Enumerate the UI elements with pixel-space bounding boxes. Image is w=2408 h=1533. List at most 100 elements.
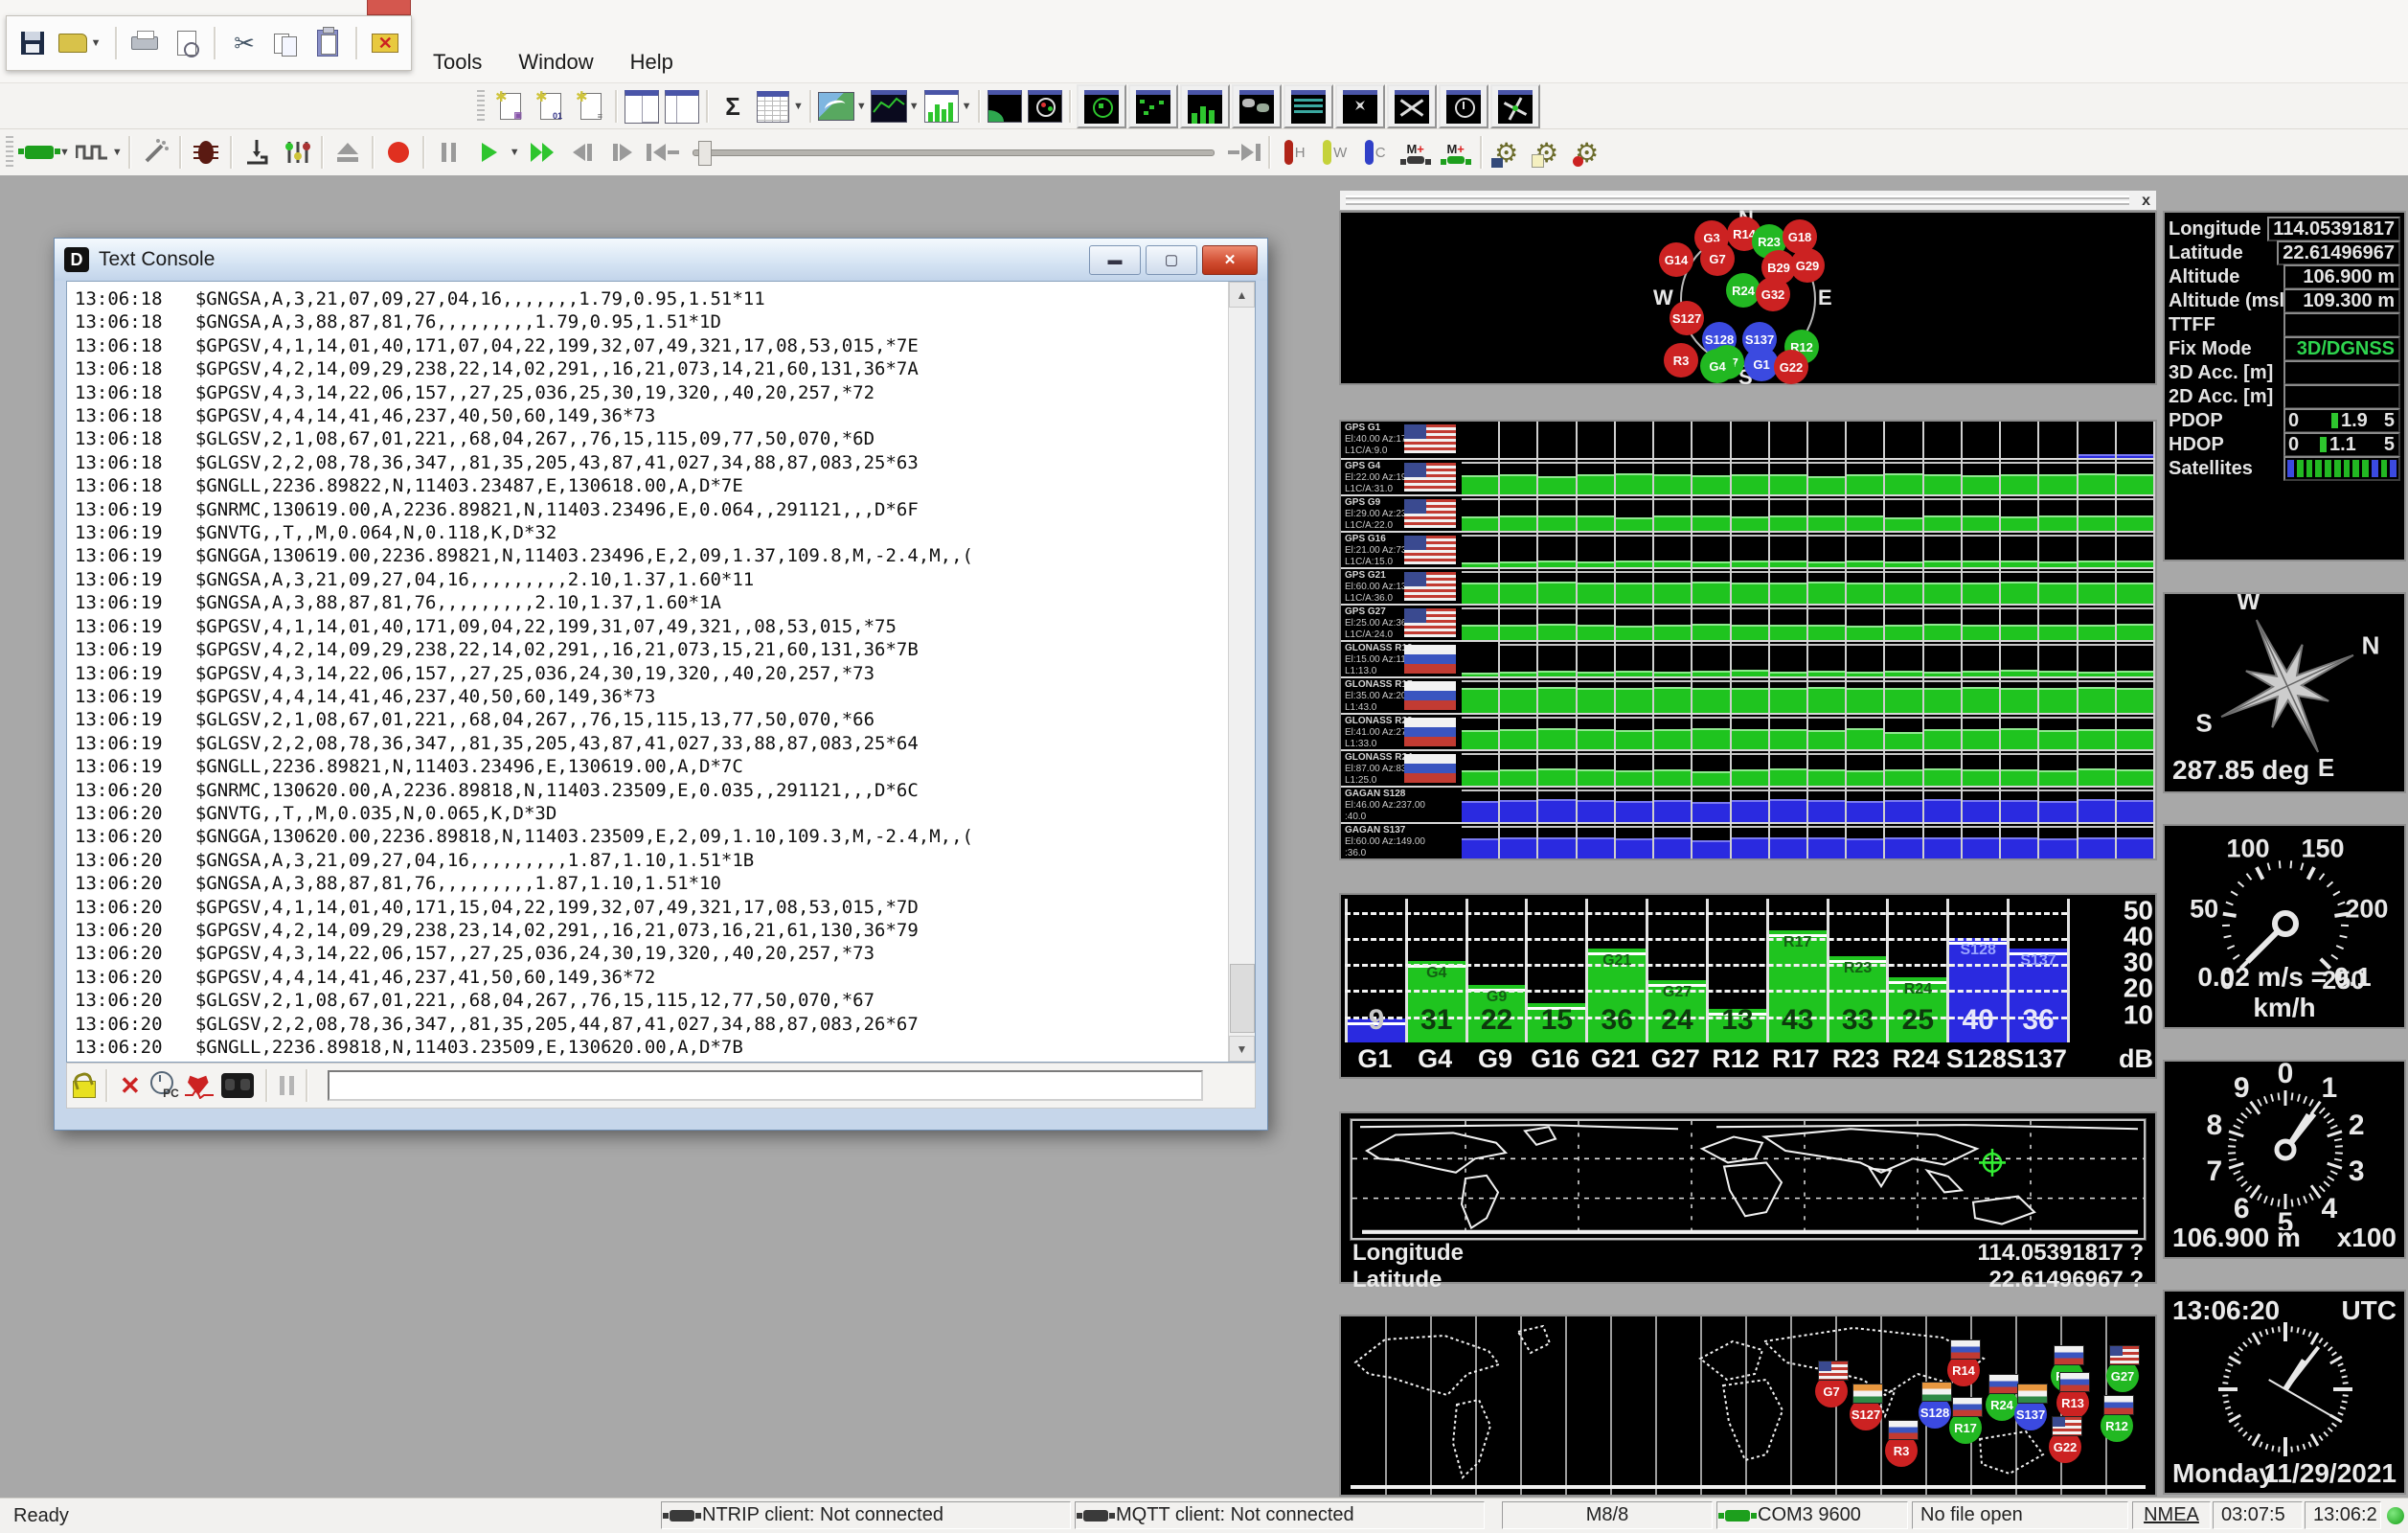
save-icon[interactable] <box>14 25 50 61</box>
history-cell <box>2079 422 2117 458</box>
step-back-icon[interactable] <box>562 132 602 172</box>
toggle-sky-window-icon[interactable] <box>1077 84 1126 128</box>
toggle-clock-window-icon[interactable] <box>1439 84 1488 128</box>
table-dropdown-icon[interactable]: ▼ <box>793 101 804 112</box>
hotstart-icon[interactable]: H <box>1275 132 1315 172</box>
toggle-deviation-window-icon[interactable] <box>1387 84 1437 128</box>
messages-poll-all-icon[interactable]: M+ <box>1436 132 1476 172</box>
skip-end-icon[interactable] <box>1224 132 1264 172</box>
sat-bar <box>2325 460 2331 477</box>
gear-file-config-icon[interactable]: ⚙ <box>1527 132 1567 172</box>
copy-icon[interactable] <box>268 25 304 61</box>
baudrate-dropdown-icon[interactable]: ▼ <box>112 147 123 158</box>
console-scrollbar[interactable]: ▲ ▼ <box>1228 282 1255 1062</box>
toolbar-grip[interactable] <box>6 136 13 169</box>
mail-delete-icon[interactable]: ✕ <box>368 25 403 61</box>
toolbar-grip[interactable] <box>477 90 485 123</box>
table-view-icon[interactable] <box>753 86 793 126</box>
debug-bug-icon[interactable] <box>186 132 226 172</box>
chart-dropdown-icon[interactable]: ▼ <box>909 101 920 112</box>
history-cell <box>1654 422 1692 458</box>
menu-window[interactable]: Window <box>518 50 593 75</box>
signal-max-tick <box>1654 462 1691 464</box>
chart-view-icon[interactable] <box>869 86 909 126</box>
eject-icon[interactable] <box>328 132 368 172</box>
console-output-area[interactable]: 13:06:18 $GNGSA,A,3,21,07,09,27,04,16,,,… <box>66 281 1256 1063</box>
camera-view-icon[interactable] <box>985 86 1025 126</box>
gear-revert-config-icon[interactable]: ⚙ <box>1567 132 1607 172</box>
open-dropdown-icon[interactable]: ▼ <box>91 37 102 49</box>
scroll-up-icon[interactable]: ▲ <box>1229 282 1255 308</box>
split-vertical-icon[interactable] <box>662 86 702 126</box>
messages-poll-icon[interactable]: M+ <box>1396 132 1436 172</box>
pause-display-icon[interactable] <box>280 1076 294 1095</box>
play-dropdown-icon[interactable]: ▼ <box>510 147 520 158</box>
open-icon[interactable]: ▼ <box>56 25 104 61</box>
history-cell <box>1770 422 1808 458</box>
history-cell <box>1808 824 1847 858</box>
console-title-bar[interactable]: D Text Console ▬ ▢ ✕ <box>55 239 1267 281</box>
menu-tools[interactable]: Tools <box>433 50 482 75</box>
connection-icon[interactable] <box>19 132 59 172</box>
clear-console-icon[interactable]: ✕ <box>120 1071 141 1101</box>
scroll-down-icon[interactable]: ▼ <box>1229 1036 1255 1062</box>
print-preview-icon[interactable] <box>169 25 204 61</box>
history-row-G16: GPS G16El:21.00 Az:73.00L1C/A:15.0 <box>1341 531 2155 567</box>
play-icon[interactable] <box>469 132 510 172</box>
paste-icon[interactable] <box>309 25 345 61</box>
autobaud-wand-icon[interactable] <box>135 132 175 172</box>
toggle-data-window-icon[interactable] <box>1284 84 1333 128</box>
signal-max-tick <box>1808 717 1845 719</box>
overlapping-window-close-fragment[interactable] <box>367 0 411 15</box>
filter-icon[interactable] <box>221 1073 254 1098</box>
toggle-history-window-icon[interactable] <box>1128 84 1178 128</box>
gear-save-config-icon[interactable]: ⚙ <box>1487 132 1527 172</box>
new-record-file-icon[interactable]: ✱▣ <box>490 86 531 126</box>
toggle-speed-window-icon[interactable] <box>1490 84 1540 128</box>
autoscroll-lock-icon[interactable] <box>73 1073 94 1098</box>
playback-slider-handle[interactable] <box>698 141 712 166</box>
baudrate-icon[interactable] <box>72 132 112 172</box>
new-binary-file-icon[interactable]: ✱01 <box>531 86 571 126</box>
print-icon[interactable] <box>127 25 163 61</box>
map-dropdown-icon[interactable]: ▼ <box>856 101 867 112</box>
cut-icon[interactable]: ✂ <box>226 25 261 61</box>
coldstart-icon[interactable]: C <box>1355 132 1396 172</box>
log-heartbeat-icon[interactable] <box>185 1072 214 1099</box>
step-forward-icon[interactable] <box>602 132 643 172</box>
signal-max-tick <box>1963 571 1999 573</box>
playback-slider[interactable] <box>693 149 1215 156</box>
history-bars <box>1462 824 2155 858</box>
settings-sliders-icon[interactable] <box>277 132 317 172</box>
statistics-sigma-icon[interactable]: Σ <box>713 86 753 126</box>
signal-fill <box>1924 561 1961 567</box>
sky-view-icon[interactable] <box>1025 86 1065 126</box>
antenna-icon[interactable] <box>237 132 277 172</box>
close-icon[interactable]: x <box>2142 191 2150 212</box>
split-horizontal-icon[interactable] <box>622 86 662 126</box>
toggle-strength-window-icon[interactable] <box>1180 84 1230 128</box>
pc-time-icon[interactable]: PC <box>148 1071 177 1100</box>
console-filter-input[interactable] <box>328 1070 1203 1101</box>
menu-help[interactable]: Help <box>630 50 673 75</box>
map-view-icon[interactable] <box>816 86 856 126</box>
new-text-file-icon[interactable]: ✱≡ <box>571 86 611 126</box>
connection-dropdown-icon[interactable]: ▼ <box>59 147 70 158</box>
flag-ru-icon <box>1888 1420 1919 1440</box>
maximize-button[interactable]: ▢ <box>1146 245 1197 275</box>
histogram-view-icon[interactable] <box>921 86 962 126</box>
scrollbar-thumb[interactable] <box>1230 964 1255 1033</box>
fast-forward-icon[interactable] <box>522 132 562 172</box>
toggle-world-window-icon[interactable] <box>1232 84 1282 128</box>
signal-fill <box>1654 837 1691 858</box>
record-icon[interactable] <box>378 132 419 172</box>
skip-start-icon[interactable] <box>643 132 683 172</box>
histogram-dropdown-icon[interactable]: ▼ <box>962 101 972 112</box>
history-cell <box>2001 715 2039 749</box>
signal-max-tick <box>1808 607 1845 609</box>
close-button[interactable]: ✕ <box>1202 245 1258 275</box>
minimize-button[interactable]: ▬ <box>1089 245 1141 275</box>
warmstart-icon[interactable]: W <box>1315 132 1355 172</box>
pause-icon[interactable] <box>429 132 469 172</box>
toggle-compass-window-icon[interactable] <box>1335 84 1385 128</box>
